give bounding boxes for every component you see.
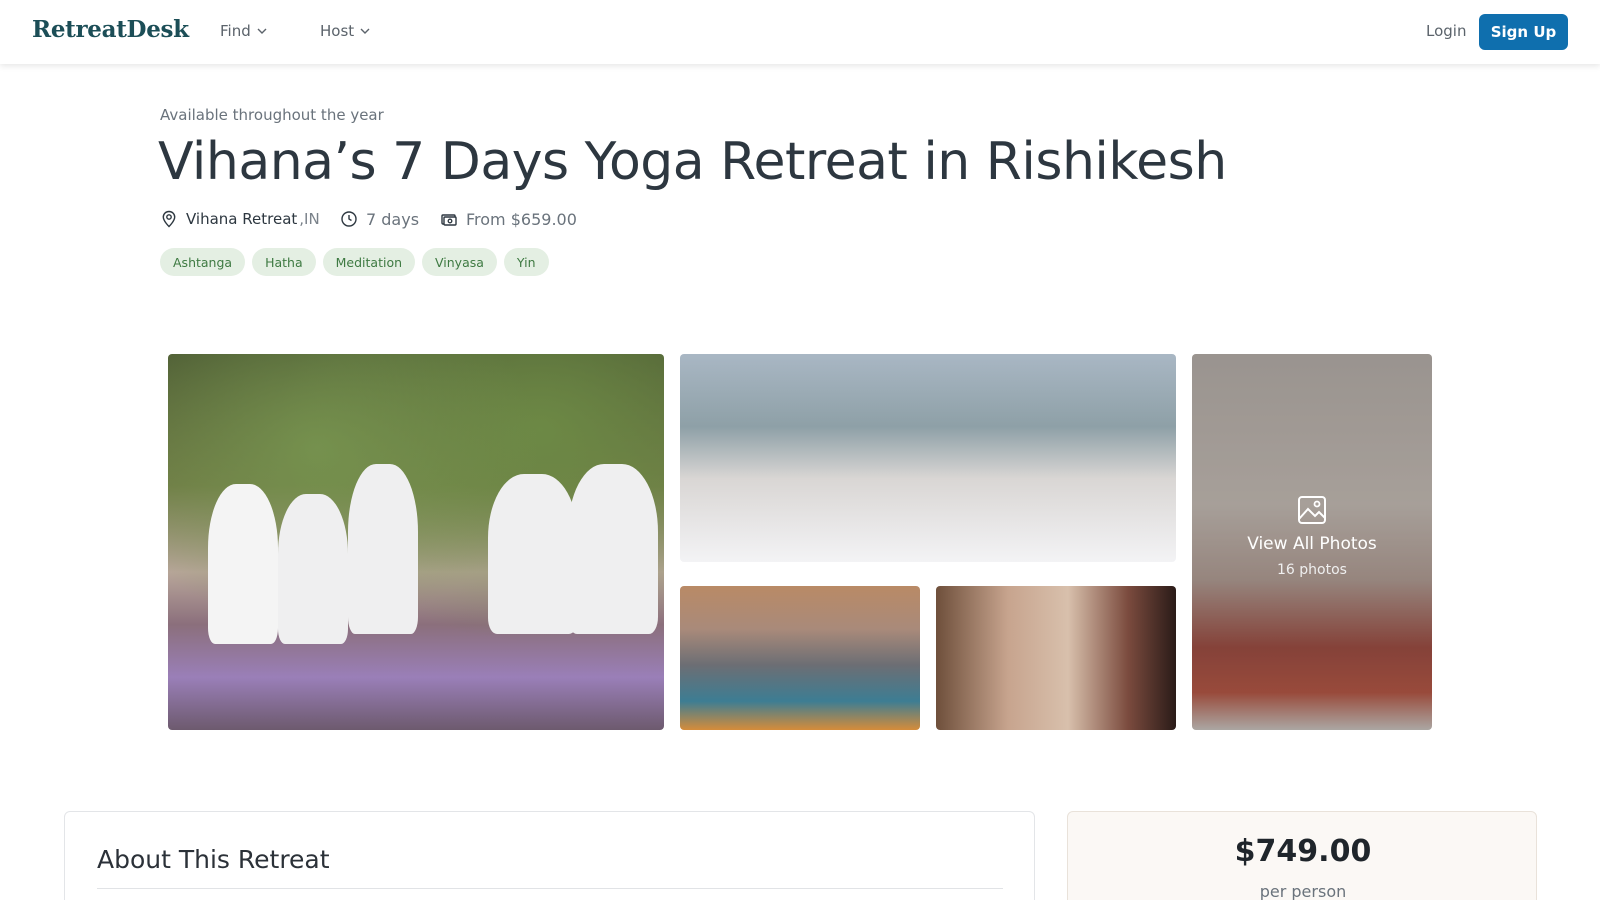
chevron-down-icon — [257, 28, 267, 34]
duration-info: 7 days — [340, 208, 419, 230]
tag-hatha[interactable]: Hatha — [252, 248, 316, 276]
chevron-down-icon — [360, 28, 370, 34]
location-name[interactable]: Vihana Retreat — [186, 210, 297, 228]
photo-count: 16 photos — [1277, 562, 1347, 578]
host-menu-label: Host — [320, 22, 355, 40]
image-icon — [1298, 496, 1326, 524]
about-section: About This Retreat — [64, 811, 1035, 900]
tag-ashtanga[interactable]: Ashtanga — [160, 248, 246, 276]
price-from-text: From $659.00 — [466, 209, 577, 229]
photo-figure — [488, 474, 578, 634]
availability-text: Available throughout the year — [160, 106, 384, 124]
view-all-photos-label: View All Photos — [1247, 534, 1377, 554]
photo-figure — [278, 494, 348, 644]
tag-meditation[interactable]: Meditation — [322, 248, 416, 276]
price-info: From $659.00 — [440, 208, 577, 230]
booking-card: $749.00 per person — [1067, 811, 1537, 900]
find-menu[interactable]: Find — [220, 22, 267, 40]
money-icon — [441, 214, 457, 226]
location-country: ,IN — [299, 210, 320, 228]
find-menu-label: Find — [220, 22, 251, 40]
gallery-photo-5[interactable]: View All Photos 16 photos — [1192, 354, 1432, 730]
gallery-photo-4[interactable] — [936, 586, 1176, 730]
booking-price: $749.00 — [1234, 834, 1372, 869]
tag-vinyasa[interactable]: Vinyasa — [422, 248, 497, 276]
photo-figure — [348, 464, 418, 634]
location-info: Vihana Retreat ,IN — [160, 208, 320, 230]
page-title: Vihana’s 7 Days Yoga Retreat in Rishikes… — [158, 132, 1227, 192]
gallery-photo-main[interactable] — [168, 354, 664, 730]
duration-text: 7 days — [366, 209, 420, 229]
view-all-photos-button[interactable]: View All Photos 16 photos — [1192, 494, 1432, 578]
login-link[interactable]: Login — [1426, 22, 1466, 40]
divider — [97, 888, 1003, 889]
gallery-photo-2[interactable] — [680, 354, 1176, 562]
photo-figure — [568, 464, 658, 634]
photo-figure — [208, 484, 278, 644]
top-navbar: RetreatDesk Find Host Login Sign Up — [0, 0, 1600, 64]
logo[interactable]: RetreatDesk — [32, 16, 189, 43]
gallery-photo-3[interactable] — [680, 586, 920, 730]
style-tags: Ashtanga Hatha Meditation Vinyasa Yin — [160, 248, 549, 276]
price-unit: per person — [1259, 882, 1347, 900]
about-title: About This Retreat — [97, 845, 330, 874]
host-menu[interactable]: Host — [320, 22, 370, 40]
signup-button[interactable]: Sign Up — [1479, 14, 1568, 50]
tag-yin[interactable]: Yin — [503, 248, 549, 276]
clock-icon — [341, 211, 357, 227]
map-pin-icon — [162, 210, 176, 228]
